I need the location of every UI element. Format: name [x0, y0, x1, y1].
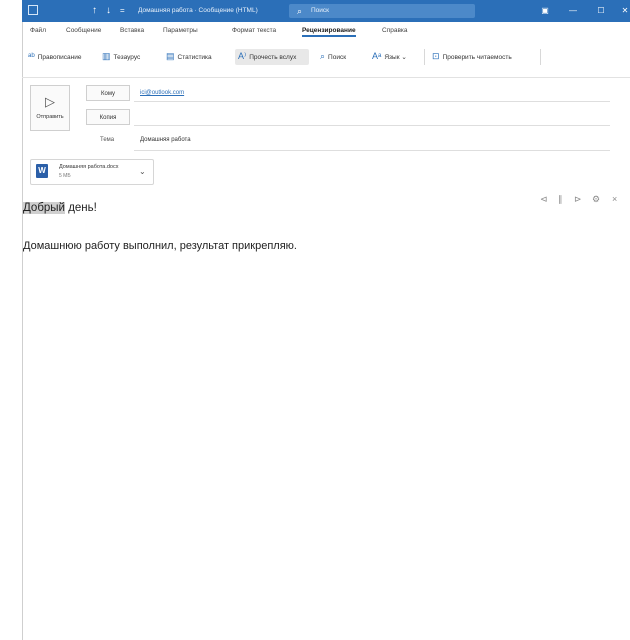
send-label: Отправить [36, 114, 64, 120]
title-bar: ↑ ↓ = Домашняя работа · Сообщение (HTML)… [22, 0, 630, 22]
accessibility-button[interactable]: ⊡ Проверить читаемость [432, 49, 512, 63]
accessibility-icon: ⊡ [432, 51, 440, 61]
pause-icon[interactable]: ∥ [558, 194, 563, 205]
close-icon[interactable]: × [612, 194, 617, 204]
cc-button[interactable]: Копия [86, 109, 130, 125]
attachment-size: 5 МБ [59, 173, 71, 179]
cc-field[interactable] [134, 109, 610, 126]
ribbon-separator [424, 49, 425, 65]
ribbon-toolbar: ᵃᵇ Правописание ▥ Тезаурус ▤ Статистика A⁾ П… [22, 41, 630, 78]
word-count-button[interactable]: ▤ Статистика [166, 49, 212, 63]
attachment-card[interactable]: W Домашняя работа.docx 5 МБ ⌄ [30, 159, 154, 185]
spelling-icon: ᵃᵇ [28, 51, 35, 61]
customize-toolbar-icon[interactable]: = [120, 0, 125, 22]
tab-options[interactable]: Параметры [163, 27, 198, 34]
body-greeting[interactable]: Добрый день! [23, 202, 97, 214]
subject-field[interactable]: Домашняя работа [134, 134, 610, 151]
to-button[interactable]: Кому [86, 85, 130, 101]
window-left-border [22, 0, 23, 640]
attachment-name: Домашняя работа.docx [59, 164, 119, 170]
tab-format-text[interactable]: Формат текста [232, 27, 276, 34]
word-document-icon: W [36, 164, 48, 178]
arrow-up-icon[interactable]: ↑ [92, 0, 97, 22]
send-button[interactable]: ▷ Отправить [30, 85, 70, 131]
arrow-down-icon[interactable]: ↓ [106, 0, 111, 22]
send-icon: ▷ [45, 94, 55, 109]
subject-label: Тема [100, 137, 115, 143]
body-text-line[interactable]: Домашнюю работу выполнил, результат прик… [23, 240, 297, 252]
chevron-down-icon[interactable]: ⌄ [139, 167, 146, 176]
tab-review[interactable]: Рецензирование [302, 27, 356, 37]
search-input[interactable]: Поиск [311, 4, 329, 18]
tab-insert[interactable]: Вставка [120, 27, 144, 34]
highlighted-word: Добрый [23, 202, 65, 214]
tab-help[interactable]: Справка [382, 27, 408, 34]
search-box[interactable]: ⌕ Поиск [289, 4, 475, 18]
read-aloud-button[interactable]: A⁾ Прочесть вслух [238, 49, 296, 63]
tab-file[interactable]: Файл [30, 27, 46, 34]
subject-value: Домашняя работа [140, 137, 191, 143]
word-count-icon: ▤ [166, 51, 175, 61]
settings-icon[interactable]: ⚙ [592, 194, 600, 205]
read-aloud-controls: ⊲ ∥ ⊳ ⚙ × [540, 194, 630, 208]
close-button[interactable]: ✕ [614, 0, 630, 22]
outlook-compose-window: ↑ ↓ = Домашняя работа · Сообщение (HTML)… [0, 0, 630, 640]
spelling-button[interactable]: ᵃᵇ Правописание [28, 49, 82, 63]
minimize-button[interactable]: — [562, 0, 584, 22]
ribbon-tabs: Файл Сообщение Вставка Параметры Формат … [22, 25, 630, 39]
window-title: Домашняя работа · Сообщение (HTML) [138, 7, 258, 14]
to-recipient[interactable]: ici@outlook.com [134, 90, 184, 96]
read-aloud-icon: A⁾ [238, 51, 247, 61]
save-icon[interactable] [28, 5, 38, 15]
tab-message[interactable]: Сообщение [66, 27, 101, 34]
maximize-button[interactable]: ☐ [590, 0, 612, 22]
book-icon: ▥ [102, 51, 111, 61]
previous-icon[interactable]: ⊲ [540, 194, 548, 205]
to-field[interactable]: ici@outlook.com [134, 85, 610, 102]
ribbon-separator [540, 49, 541, 65]
next-icon[interactable]: ⊳ [574, 194, 582, 205]
ribbon-display-icon[interactable]: ▣ [534, 0, 556, 22]
language-button[interactable]: Aᵃ Язык ⌄ [372, 49, 407, 63]
smart-lookup-button[interactable]: ⌕ Поиск [320, 49, 346, 63]
search-icon: ⌕ [297, 6, 303, 16]
language-icon: Aᵃ [372, 51, 382, 61]
search-icon: ⌕ [320, 51, 326, 61]
thesaurus-button[interactable]: ▥ Тезаурус [102, 49, 140, 63]
